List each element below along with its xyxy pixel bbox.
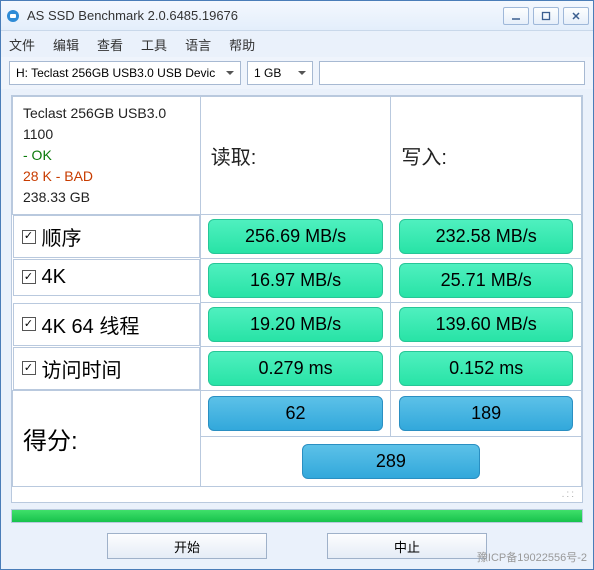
access-read-value: 0.279 ms xyxy=(208,351,382,386)
menu-language[interactable]: 语言 xyxy=(185,35,211,54)
menu-edit[interactable]: 编辑 xyxy=(53,35,79,54)
progress-fill xyxy=(12,510,582,522)
menu-help[interactable]: 帮助 xyxy=(229,35,255,54)
score-label: 得分: xyxy=(13,391,201,487)
toolbar: H: Teclast 256GB USB3.0 USB Devic 1 GB xyxy=(1,57,593,89)
seq-write-value: 232.58 MB/s xyxy=(399,219,573,254)
window-title: AS SSD Benchmark 2.0.6485.19676 xyxy=(27,8,503,23)
seq-read-value: 256.69 MB/s xyxy=(208,219,382,254)
k4-read-value: 16.97 MB/s xyxy=(208,263,382,298)
resize-grip[interactable]: .:: xyxy=(12,487,582,502)
score-read: 62 xyxy=(208,396,382,431)
minimize-button[interactable] xyxy=(503,7,529,25)
menu-file[interactable]: 文件 xyxy=(9,35,35,54)
device-status-ok: - OK xyxy=(23,145,190,166)
device-capacity: 238.33 GB xyxy=(23,187,190,208)
device-info-cell: Teclast 256GB USB3.0 1100 - OK 28 K - BA… xyxy=(13,97,201,215)
menu-view[interactable]: 查看 xyxy=(97,35,123,54)
score-total: 289 xyxy=(302,444,481,479)
checkbox-4k64[interactable]: ✓ xyxy=(22,317,36,331)
k4-64-write-value: 139.60 MB/s xyxy=(399,307,573,342)
label-4k64: 4K 64 线程 xyxy=(42,310,140,339)
close-button[interactable] xyxy=(563,7,589,25)
results-panel: Teclast 256GB USB3.0 1100 - OK 28 K - BA… xyxy=(11,95,583,503)
header-read: 读取: xyxy=(200,97,391,215)
device-select[interactable]: H: Teclast 256GB USB3.0 USB Devic xyxy=(9,61,241,85)
row-4k-64: ✓ 4K 64 线程 19.20 MB/s 139.60 MB/s xyxy=(13,303,582,347)
menu-tools[interactable]: 工具 xyxy=(141,35,167,54)
app-window: AS SSD Benchmark 2.0.6485.19676 文件 编辑 查看… xyxy=(0,0,594,570)
row-score: 得分: 62 189 xyxy=(13,391,582,437)
menubar: 文件 编辑 查看 工具 语言 帮助 xyxy=(1,31,593,57)
score-write: 189 xyxy=(399,396,573,431)
access-write-value: 0.152 ms xyxy=(399,351,573,386)
label-access: 访问时间 xyxy=(42,354,122,383)
label-seq: 顺序 xyxy=(42,222,82,251)
filter-input[interactable] xyxy=(319,61,585,85)
results-table: Teclast 256GB USB3.0 1100 - OK 28 K - BA… xyxy=(12,96,582,487)
device-align-bad: 28 K - BAD xyxy=(23,166,190,187)
row-access: ✓ 访问时间 0.279 ms 0.152 ms xyxy=(13,347,582,391)
progress-bar xyxy=(11,509,583,523)
maximize-button[interactable] xyxy=(533,7,559,25)
k4-write-value: 25.71 MB/s xyxy=(399,263,573,298)
abort-button[interactable]: 中止 xyxy=(327,533,487,559)
checkbox-seq[interactable]: ✓ xyxy=(22,230,36,244)
size-select[interactable]: 1 GB xyxy=(247,61,313,85)
row-seq: ✓ 顺序 256.69 MB/s 232.58 MB/s xyxy=(13,215,582,259)
row-4k: ✓ 4K 16.97 MB/s 25.71 MB/s xyxy=(13,259,582,303)
header-write: 写入: xyxy=(391,97,582,215)
device-model: 1100 xyxy=(23,124,190,145)
window-controls xyxy=(503,7,589,25)
k4-64-read-value: 19.20 MB/s xyxy=(208,307,382,342)
device-name: Teclast 256GB USB3.0 xyxy=(23,103,190,124)
start-button[interactable]: 开始 xyxy=(107,533,267,559)
checkbox-4k[interactable]: ✓ xyxy=(22,270,36,284)
app-icon xyxy=(5,8,21,24)
checkbox-access[interactable]: ✓ xyxy=(22,361,36,375)
label-4k: 4K xyxy=(42,266,66,289)
size-select-value: 1 GB xyxy=(254,66,281,80)
titlebar: AS SSD Benchmark 2.0.6485.19676 xyxy=(1,1,593,31)
button-row: 开始 中止 xyxy=(1,527,593,569)
device-select-value: H: Teclast 256GB USB3.0 USB Devic xyxy=(16,66,215,80)
